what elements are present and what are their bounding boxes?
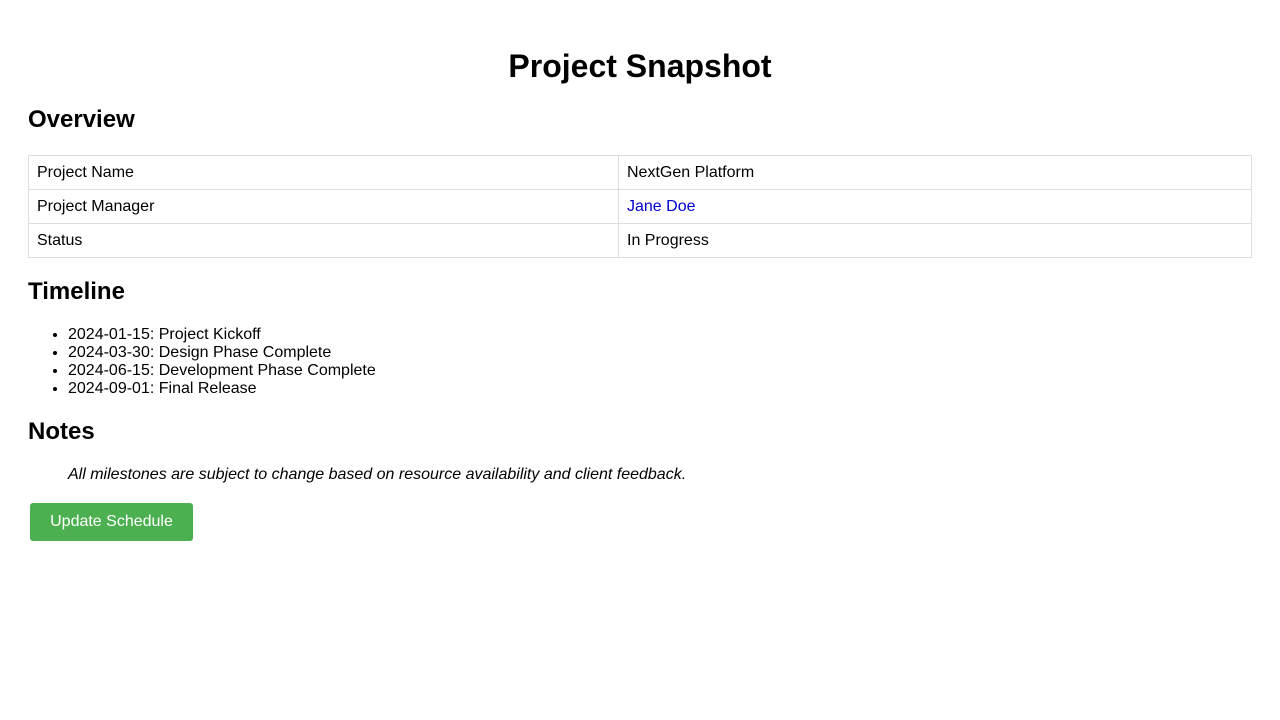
project-name-value: NextGen Platform <box>618 155 1252 190</box>
timeline-list: 2024-01-15: Project Kickoff 2024-03-30: … <box>28 326 1252 398</box>
page-title: Project Snapshot <box>508 48 772 84</box>
table-row: Status In Progress <box>28 223 1252 258</box>
list-item: 2024-06-15: Development Phase Complete <box>68 362 1252 380</box>
project-manager-link[interactable]: Jane Doe <box>627 198 696 215</box>
status-label: Status <box>28 223 619 258</box>
table-row: Project Name NextGen Platform <box>28 155 1252 190</box>
status-value: In Progress <box>618 223 1252 258</box>
overview-table: Project Name NextGen Platform Project Ma… <box>28 155 1252 258</box>
list-item: 2024-01-15: Project Kickoff <box>68 326 1252 344</box>
table-row: Project Manager Jane Doe <box>28 189 1252 224</box>
update-schedule-button[interactable]: Update Schedule <box>30 503 193 541</box>
project-manager-label: Project Manager <box>28 189 619 224</box>
list-item: 2024-03-30: Design Phase Complete <box>68 344 1252 362</box>
notes-text: All milestones are subject to change bas… <box>68 466 687 483</box>
timeline-heading: Timeline <box>28 278 125 305</box>
list-item: 2024-09-01: Final Release <box>68 380 1252 398</box>
notes-heading: Notes <box>28 418 95 445</box>
overview-heading: Overview <box>28 106 135 133</box>
project-name-label: Project Name <box>28 155 619 190</box>
project-manager-cell: Jane Doe <box>618 189 1252 224</box>
page: Project Snapshot Overview Project Name N… <box>0 0 1280 720</box>
